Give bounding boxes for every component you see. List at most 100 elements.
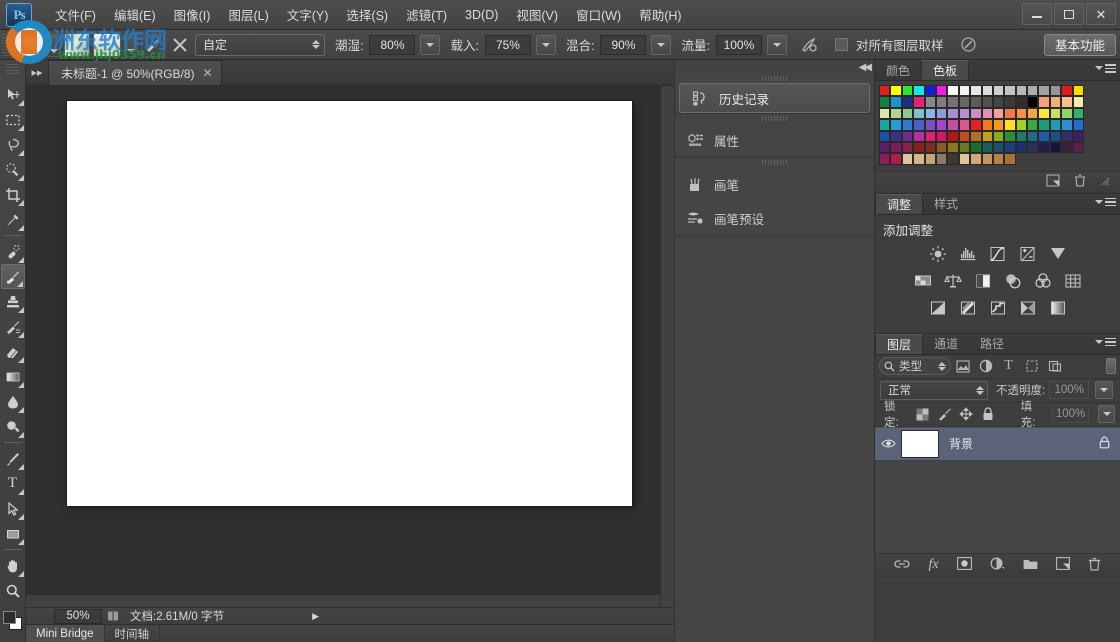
zoom-tool[interactable] (1, 578, 25, 603)
shape-filter-icon[interactable] (1020, 356, 1043, 376)
color-swatch[interactable] (947, 153, 959, 165)
color-swatch[interactable] (935, 153, 948, 165)
photo-filter-icon[interactable] (1002, 271, 1024, 291)
color-swatch[interactable] (947, 107, 959, 120)
color-swatch[interactable] (1061, 107, 1073, 120)
flow-dropdown[interactable] (766, 34, 787, 55)
channel-mixer-icon[interactable] (1032, 271, 1054, 291)
lasso-tool[interactable] (1, 132, 25, 157)
color-swatch[interactable] (901, 107, 914, 120)
load-value[interactable]: 75% (484, 34, 531, 55)
color-swatch[interactable] (1038, 119, 1050, 131)
layer-row-background[interactable]: 背景 (875, 426, 1120, 461)
lock-transparent-icon[interactable] (915, 406, 930, 422)
panel-group-grip[interactable] (675, 74, 874, 83)
color-swatch[interactable] (970, 96, 982, 108)
color-swatch[interactable] (879, 130, 891, 142)
curves-icon[interactable] (987, 244, 1009, 264)
foreground-background-colors[interactable]: ⇄ (1, 611, 37, 633)
tab-layers[interactable]: 图层 (875, 333, 924, 354)
smartobject-filter-icon[interactable] (1043, 356, 1066, 376)
color-swatch[interactable] (935, 96, 948, 108)
color-swatch[interactable] (981, 85, 993, 97)
hue-saturation-icon[interactable] (912, 271, 934, 291)
brightness-contrast-icon[interactable] (927, 244, 949, 264)
color-swatch[interactable] (992, 85, 1005, 97)
color-swatch[interactable] (1061, 141, 1073, 154)
new-layer-icon[interactable] (1055, 557, 1070, 573)
color-swatch[interactable] (879, 107, 891, 120)
move-tool[interactable] (1, 82, 25, 107)
mix-dropdown[interactable] (651, 34, 672, 55)
color-swatch[interactable] (1015, 85, 1028, 97)
color-swatch[interactable] (890, 130, 902, 142)
airbrush-button[interactable] (798, 33, 822, 57)
color-swatch[interactable] (1038, 96, 1050, 108)
color-swatch[interactable] (913, 153, 925, 165)
opacity-dropdown[interactable] (1095, 381, 1114, 400)
lock-position-icon[interactable] (959, 406, 974, 422)
color-swatch[interactable] (1004, 153, 1016, 165)
color-swatch[interactable] (992, 107, 1005, 120)
panel-icon-brush[interactable]: 画笔 (675, 167, 874, 201)
zoom-level-field[interactable]: 50% (54, 608, 102, 624)
color-swatch[interactable] (1015, 119, 1028, 131)
foreground-color-swatch[interactable] (2, 611, 16, 624)
delete-swatch-icon[interactable] (1074, 174, 1086, 190)
menu-type[interactable]: 文字(Y) (278, 1, 338, 28)
color-swatch[interactable] (890, 141, 902, 154)
color-swatch[interactable] (1015, 107, 1028, 120)
gradient-tool[interactable] (1, 364, 25, 389)
color-swatch[interactable] (1027, 141, 1039, 154)
color-swatch[interactable] (1072, 107, 1085, 120)
color-swatch[interactable] (1049, 119, 1062, 131)
color-swatch[interactable] (1038, 85, 1050, 97)
color-swatch[interactable] (981, 153, 993, 165)
fill-dropdown[interactable] (1098, 405, 1115, 424)
color-swatch[interactable] (1038, 141, 1050, 154)
color-swatch[interactable] (1004, 85, 1016, 97)
tab-swatches[interactable]: 色板 (921, 60, 970, 80)
mixer-brush-tool[interactable] (0, 264, 25, 289)
clone-stamp-tool[interactable] (1, 289, 25, 314)
tab-adjustments[interactable]: 调整 (875, 193, 924, 214)
sample-all-layers-checkbox[interactable] (834, 38, 848, 51)
eyedropper-tool[interactable] (1, 207, 25, 232)
color-swatch[interactable] (1004, 141, 1016, 154)
vibrance-icon[interactable] (1047, 244, 1069, 264)
color-swatch[interactable] (890, 119, 902, 131)
document-tab[interactable]: 未标题-1 @ 50%(RGB/8) ✕ (48, 60, 222, 85)
color-swatch[interactable] (1072, 119, 1085, 131)
color-swatch[interactable] (970, 119, 982, 131)
color-swatch[interactable] (958, 107, 971, 120)
color-swatch[interactable] (1015, 141, 1028, 154)
options-bar-grip[interactable] (2, 33, 10, 56)
panel-icon-properties[interactable]: 属性 (675, 123, 874, 157)
pen-tool[interactable] (1, 446, 25, 471)
menu-help[interactable]: 帮助(H) (630, 1, 690, 28)
color-swatch[interactable] (958, 119, 971, 131)
layers-list-empty-area[interactable] (875, 460, 1120, 553)
color-swatch[interactable] (947, 119, 959, 131)
layers-panel-menu-button[interactable] (1095, 337, 1116, 347)
color-swatch[interactable] (1027, 107, 1039, 120)
color-swatch[interactable] (970, 141, 982, 154)
color-swatch[interactable] (879, 119, 891, 131)
lock-all-icon[interactable] (981, 406, 996, 422)
color-swatch[interactable] (1004, 96, 1016, 108)
color-swatch[interactable] (1072, 141, 1085, 154)
color-swatch[interactable] (890, 107, 902, 120)
color-panel-menu-button[interactable] (1095, 64, 1116, 73)
close-button[interactable]: ✕ (1086, 3, 1116, 25)
color-swatch[interactable] (913, 119, 925, 131)
color-swatch[interactable] (1004, 107, 1016, 120)
quick-selection-tool[interactable] (1, 157, 25, 182)
workspace-button[interactable]: 基本功能 (1043, 33, 1116, 56)
color-balance-icon[interactable] (942, 271, 964, 291)
color-swatch[interactable] (913, 107, 925, 120)
resize-grip-icon[interactable] (1100, 175, 1110, 189)
color-swatch[interactable] (1038, 130, 1050, 142)
menu-layer[interactable]: 图层(L) (219, 1, 277, 28)
blend-mode-combo[interactable]: 正常 (880, 380, 988, 400)
color-swatch[interactable] (924, 107, 936, 120)
